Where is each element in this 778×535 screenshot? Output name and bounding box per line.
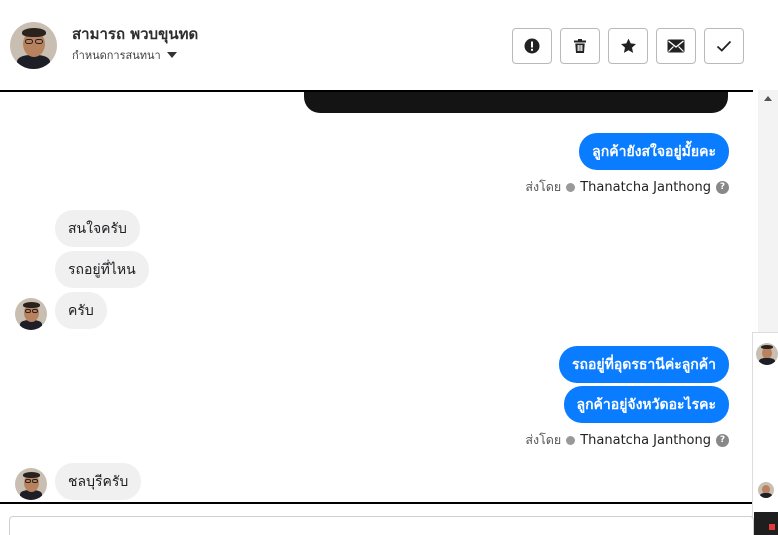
sent-by-line: ส่งโดย Thanatcha Janthong ?	[525, 177, 729, 197]
incoming-message-bubble[interactable]: รถอยู่ที่ไหน	[55, 251, 149, 288]
sent-by-line: ส่งโดย Thanatcha Janthong ?	[525, 430, 729, 450]
outgoing-message-bubble[interactable]: รถอยู่ที่อุดรธานีค่ะลูกค้า	[559, 346, 729, 383]
contact-name: สามารถ พวบขุนทด	[72, 25, 199, 43]
done-button[interactable]	[704, 28, 744, 64]
side-avatar[interactable]	[758, 482, 774, 498]
conversation-settings-dropdown[interactable]: กำหนดการสนทนา	[72, 46, 177, 64]
side-dark-tile	[754, 512, 778, 535]
help-icon[interactable]: ?	[716, 180, 729, 194]
caret-down-icon	[166, 52, 177, 58]
contact-avatar[interactable]	[10, 22, 57, 69]
mark-unread-button[interactable]	[656, 28, 696, 64]
scroll-up-arrow-icon[interactable]	[764, 96, 772, 101]
sent-by-label: ส่งโดย	[525, 179, 562, 194]
outgoing-message-bubble[interactable]: ลูกค้าอยู่จังหวัดอะไรคะ	[563, 386, 729, 423]
checkmark-icon	[716, 40, 732, 52]
agent-name: Thanatcha Janthong	[580, 179, 711, 195]
sent-by-label: ส่งโดย	[525, 432, 562, 447]
contact-avatar-small[interactable]	[15, 468, 47, 500]
reply-composer[interactable]	[9, 516, 754, 535]
help-icon[interactable]: ?	[716, 433, 729, 447]
incoming-message-bubble[interactable]: ครับ	[55, 292, 107, 329]
star-button[interactable]	[608, 28, 648, 64]
conversation-settings-label: กำหนดการสนทนา	[72, 49, 161, 62]
check-circle-icon	[566, 182, 576, 192]
side-avatar[interactable]	[756, 343, 778, 365]
agent-name: Thanatcha Janthong	[580, 432, 711, 448]
side-chat-panel[interactable]	[752, 332, 778, 535]
image-attachment[interactable]	[304, 92, 728, 113]
incoming-message-bubble[interactable]: สนใจครับ	[55, 210, 140, 247]
conversation-header: สามารถ พวบขุนทด กำหนดการสนทนา	[0, 0, 778, 90]
envelope-icon	[667, 39, 685, 53]
incoming-message-bubble[interactable]: ชลบุรีครับ	[55, 463, 142, 500]
exclamation-circle-icon	[524, 38, 540, 54]
delete-button[interactable]	[560, 28, 600, 64]
outgoing-message-bubble[interactable]: ลูกค้ายังสใจอยู่มั้ยคะ	[579, 133, 729, 170]
report-button[interactable]	[512, 28, 552, 64]
trash-icon	[574, 39, 586, 53]
message-thread[interactable]: ลูกค้ายังสใจอยู่มั้ยคะ ส่งโดย Thanatcha …	[0, 90, 753, 504]
star-icon	[620, 38, 636, 53]
contact-avatar-small[interactable]	[15, 298, 47, 330]
check-circle-icon	[566, 435, 576, 445]
